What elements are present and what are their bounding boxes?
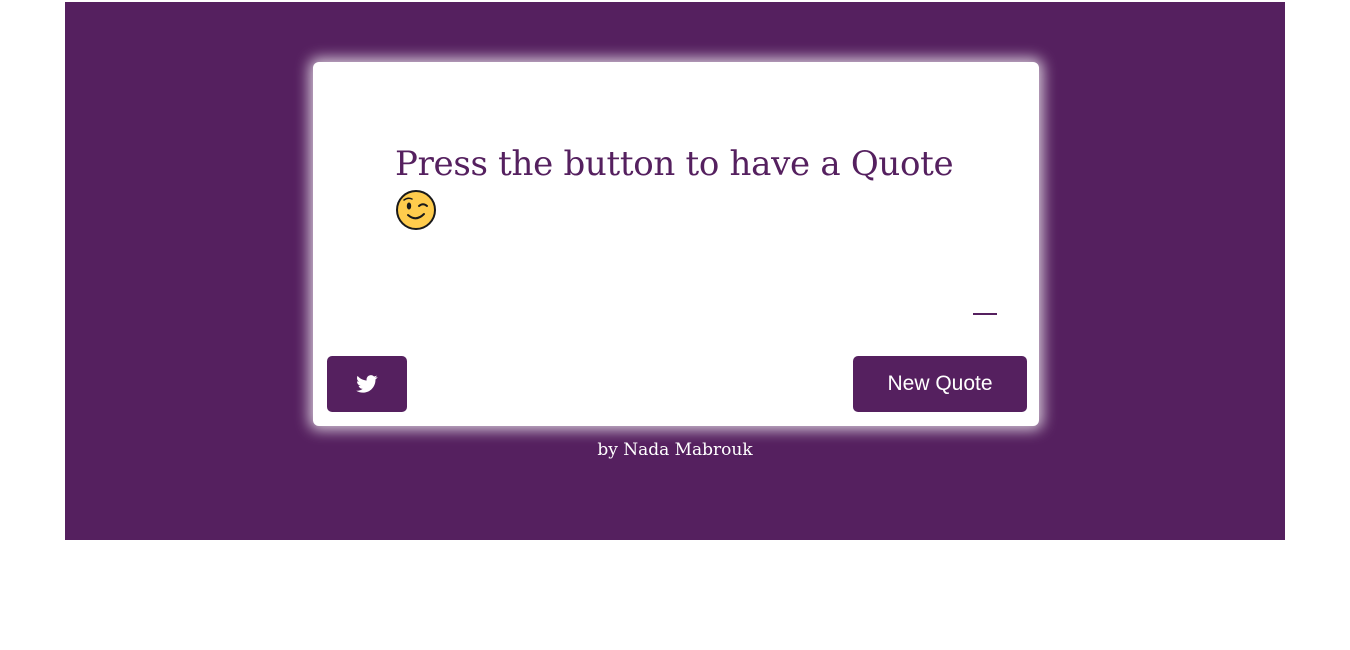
app-background: Press the button to have a Quote New Quo…: [65, 2, 1285, 540]
new-quote-button[interactable]: New Quote: [853, 356, 1027, 412]
twitter-icon: [356, 375, 378, 393]
footer-credit: by Nada Mabrouk: [597, 440, 753, 460]
quote-text-block: Press the button to have a Quote: [395, 144, 995, 231]
tweet-button[interactable]: [327, 356, 407, 412]
author-dash: [973, 313, 997, 315]
quote-box: Press the button to have a Quote New Quo…: [313, 62, 1039, 426]
winking-face-emoji-icon: [396, 190, 436, 230]
quote-text: Press the button to have a Quote: [395, 144, 954, 184]
